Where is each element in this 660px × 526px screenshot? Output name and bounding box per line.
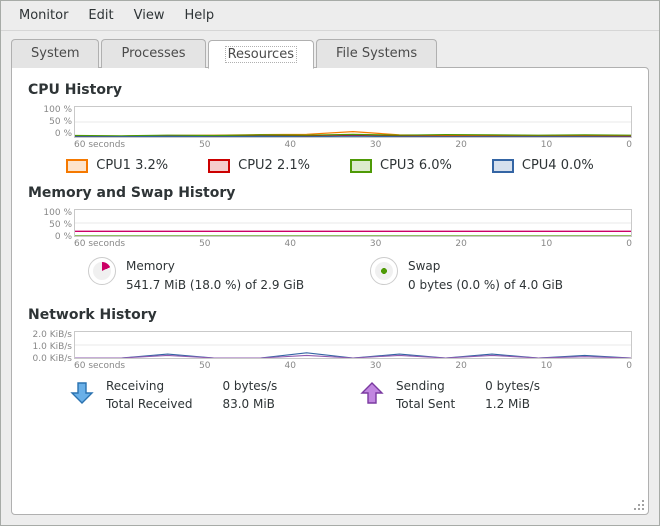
system-monitor-window: Monitor Edit View Help System Processes … xyxy=(0,0,660,526)
menu-help[interactable]: Help xyxy=(174,5,224,26)
memory-heading: Memory and Swap History xyxy=(28,185,632,201)
cpu-x-labels: 60 seconds5040 3020100 xyxy=(74,140,632,150)
mem-y-labels: 100 %50 %0 % xyxy=(28,207,72,243)
cpu4-legend[interactable]: CPU4 0.0% xyxy=(492,158,594,173)
network-heading: Network History xyxy=(28,307,632,323)
menubar: Monitor Edit View Help xyxy=(1,1,659,31)
swap-value: 0 bytes (0.0 %) of 4.0 GiB xyxy=(408,276,563,295)
swap-item[interactable]: Swap 0 bytes (0.0 %) of 4.0 GiB xyxy=(370,257,632,295)
menu-monitor[interactable]: Monitor xyxy=(9,5,78,26)
memory-section: Memory and Swap History 100 %50 %0 % 60 … xyxy=(28,185,632,295)
tab-system[interactable]: System xyxy=(11,39,99,68)
cpu1-swatch xyxy=(66,159,88,173)
receiving-rate: 0 bytes/s xyxy=(222,379,277,393)
cpu3-swatch xyxy=(350,159,372,173)
download-arrow-icon xyxy=(68,379,96,407)
swap-pie-icon xyxy=(370,257,398,285)
menu-view[interactable]: View xyxy=(124,5,175,26)
tab-filesystems[interactable]: File Systems xyxy=(316,39,437,68)
cpu2-swatch xyxy=(208,159,230,173)
upload-arrow-icon xyxy=(358,379,386,407)
total-received: 83.0 MiB xyxy=(222,397,277,411)
net-y-labels: 2.0 KiB/s1.0 KiB/s0.0 KiB/s xyxy=(28,329,72,365)
cpu2-legend[interactable]: CPU2 2.1% xyxy=(208,158,310,173)
menu-edit[interactable]: Edit xyxy=(78,5,123,26)
cpu-legend: CPU1 3.2% CPU2 2.1% CPU3 6.0% CPU4 0.0% xyxy=(28,158,632,173)
tab-processes[interactable]: Processes xyxy=(101,39,205,68)
network-section: Network History 2.0 KiB/s1.0 KiB/s0.0 Ki… xyxy=(28,307,632,411)
resources-pane: CPU History 100 %50 %0 % 60 seconds5040 … xyxy=(11,67,649,515)
network-chart: 2.0 KiB/s1.0 KiB/s0.0 KiB/s 60 seconds50… xyxy=(28,329,632,371)
memory-pie-icon xyxy=(88,257,116,285)
cpu-chart: 100 %50 %0 % 60 seconds5040 3020100 xyxy=(28,104,632,150)
net-x-labels: 60 seconds5040 3020100 xyxy=(74,361,632,371)
memory-chart: 100 %50 %0 % 60 seconds5040 3020100 xyxy=(28,207,632,249)
cpu-y-labels: 100 %50 %0 % xyxy=(28,104,72,140)
resize-grip[interactable] xyxy=(632,498,646,512)
tab-bar: System Processes Resources File Systems xyxy=(1,31,659,68)
cpu4-swatch xyxy=(492,159,514,173)
receiving-item[interactable]: Receiving 0 bytes/s Total Received 83.0 … xyxy=(68,379,342,411)
cpu-heading: CPU History xyxy=(28,82,632,98)
cpu-section: CPU History 100 %50 %0 % 60 seconds5040 … xyxy=(28,82,632,173)
cpu3-legend[interactable]: CPU3 6.0% xyxy=(350,158,452,173)
memory-value: 541.7 MiB (18.0 %) of 2.9 GiB xyxy=(126,276,304,295)
memory-item[interactable]: Memory 541.7 MiB (18.0 %) of 2.9 GiB xyxy=(88,257,350,295)
cpu1-legend[interactable]: CPU1 3.2% xyxy=(66,158,168,173)
total-sent: 1.2 MiB xyxy=(485,397,540,411)
tab-resources[interactable]: Resources xyxy=(208,40,314,69)
sending-item[interactable]: Sending 0 bytes/s Total Sent 1.2 MiB xyxy=(358,379,632,411)
sending-rate: 0 bytes/s xyxy=(485,379,540,393)
mem-x-labels: 60 seconds5040 3020100 xyxy=(74,239,632,249)
